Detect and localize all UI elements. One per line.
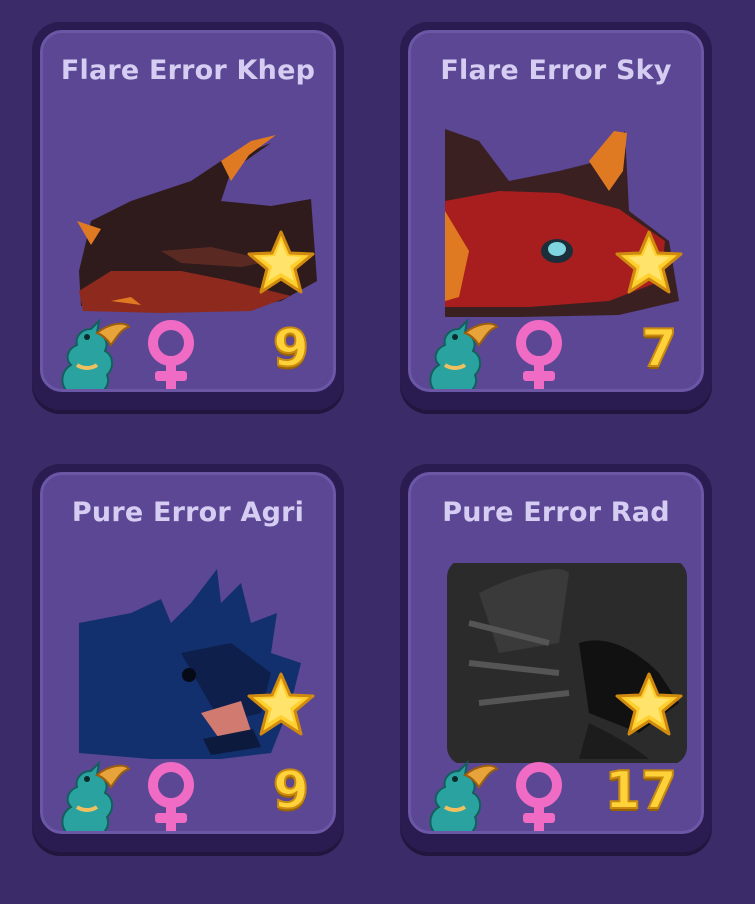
pet-inventory-grid: Flare Error Khep 9 Flare Error Sky 7 Pur… xyxy=(0,0,755,904)
pet-name: Pure Error Rad xyxy=(442,497,670,528)
pet-level: 9 xyxy=(272,761,310,821)
star-icon xyxy=(615,230,683,294)
pet-level: 17 xyxy=(604,761,678,821)
female-icon xyxy=(148,762,194,831)
pet-name: Flare Error Sky xyxy=(440,55,672,86)
pet-card-body: Pure Error Rad 17 xyxy=(408,472,704,834)
female-icon xyxy=(516,320,562,389)
star-icon xyxy=(615,672,683,736)
dragon-icon xyxy=(429,760,499,831)
pet-card-pure-error-agri[interactable]: Pure Error Agri 9 xyxy=(32,464,344,852)
pet-card-body: Pure Error Agri 9 xyxy=(40,472,336,834)
star-icon xyxy=(247,230,315,294)
pet-level: 9 xyxy=(272,319,310,379)
pet-card-flare-error-sky[interactable]: Flare Error Sky 7 xyxy=(400,22,712,410)
pet-card-body: Flare Error Khep 9 xyxy=(40,30,336,392)
pet-name: Pure Error Agri xyxy=(71,497,305,528)
pet-name: Flare Error Khep xyxy=(60,55,316,86)
dragon-icon xyxy=(429,318,499,389)
dragon-icon xyxy=(61,318,131,389)
pet-level: 7 xyxy=(640,319,678,379)
female-icon xyxy=(148,320,194,389)
pet-card-flare-error-khep[interactable]: Flare Error Khep 9 xyxy=(32,22,344,410)
dragon-icon xyxy=(61,760,131,831)
pet-card-body: Flare Error Sky 7 xyxy=(408,30,704,392)
pet-card-pure-error-rad[interactable]: Pure Error Rad 17 xyxy=(400,464,712,852)
female-icon xyxy=(516,762,562,831)
star-icon xyxy=(247,672,315,736)
